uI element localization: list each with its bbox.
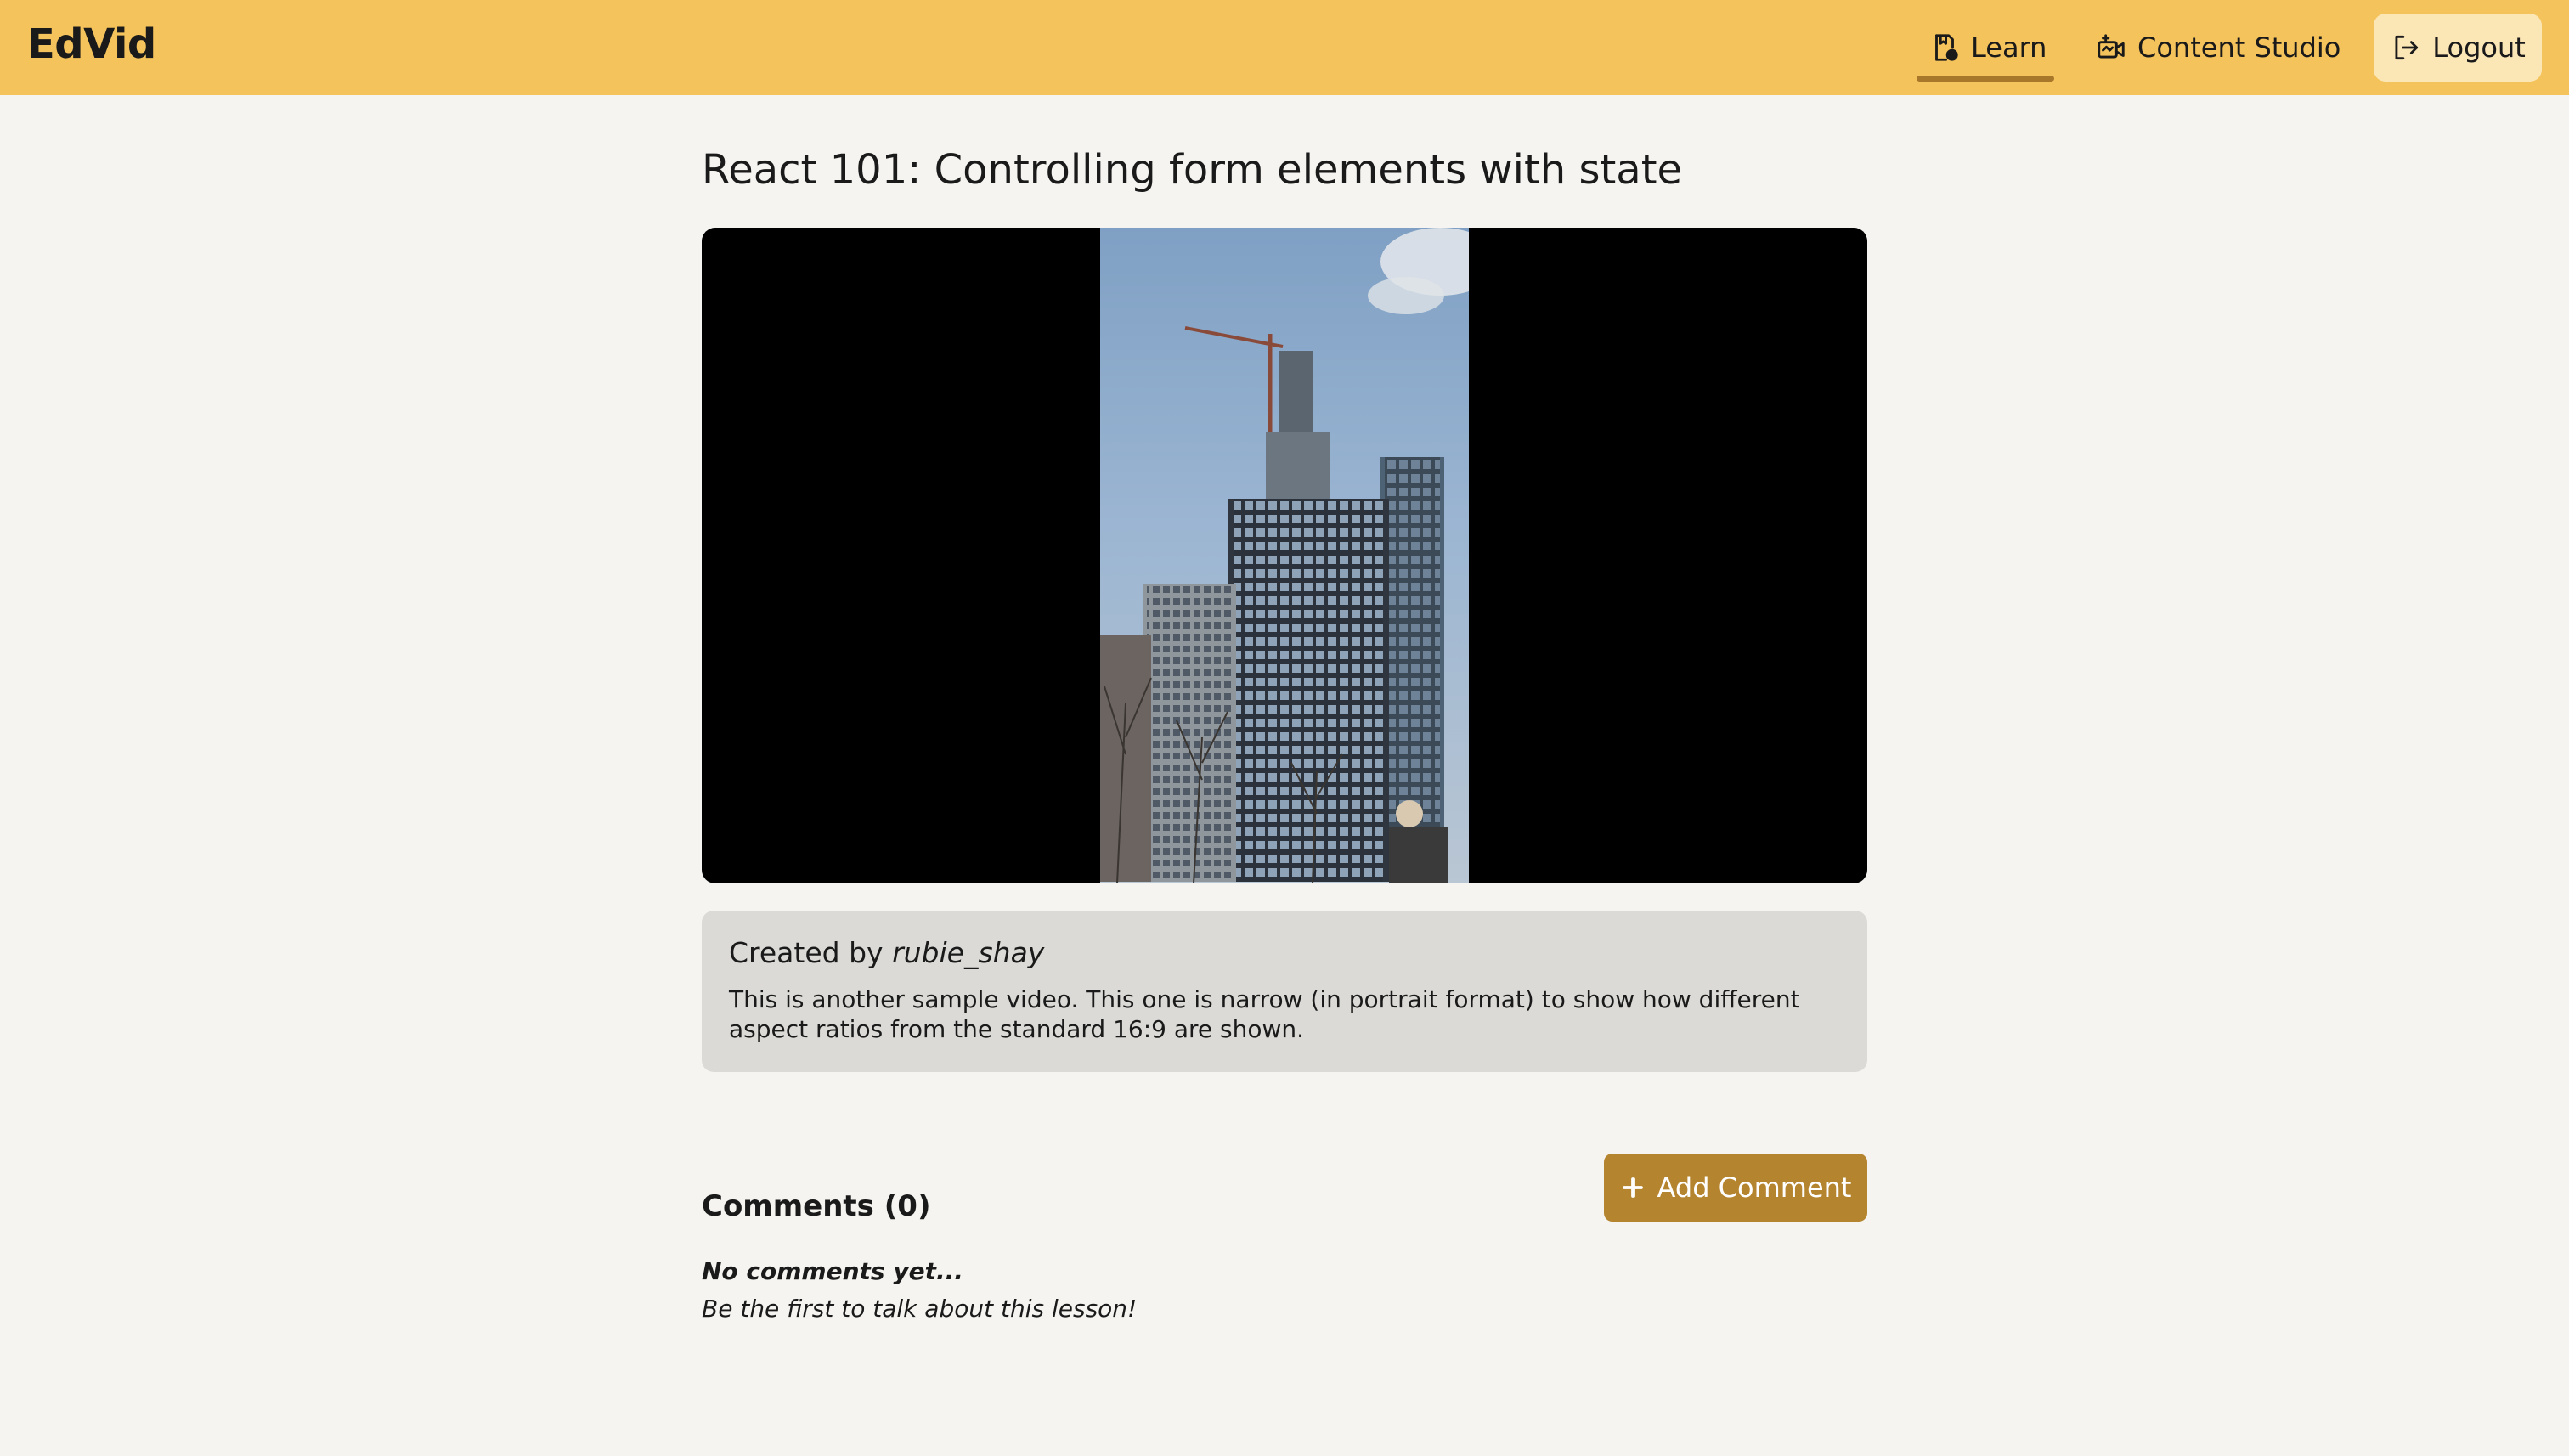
- plus-icon: [1620, 1175, 1646, 1200]
- top-navbar: EdVid Learn Content Studio Logout: [0, 0, 2569, 95]
- logout-button[interactable]: Logout: [2374, 14, 2542, 82]
- video-camera-icon: [2095, 31, 2127, 64]
- video-frame: [1100, 228, 1469, 883]
- city-skyline-image: [1100, 228, 1469, 883]
- learn-icon: [1928, 31, 1961, 64]
- lesson-description: This is another sample video. This one i…: [729, 985, 1800, 1043]
- empty-comments-title: No comments yet...: [702, 1257, 963, 1285]
- brand-logo[interactable]: EdVid: [27, 20, 156, 68]
- comments-heading: Comments (0): [702, 1189, 931, 1223]
- logout-icon: [2390, 31, 2422, 64]
- active-tab-indicator: [1917, 76, 2054, 82]
- nav-learn[interactable]: Learn: [1917, 15, 2054, 82]
- logout-label: Logout: [2432, 31, 2526, 64]
- nav-content-studio[interactable]: Content Studio: [2092, 15, 2340, 80]
- nav-learn-label: Learn: [1971, 31, 2047, 64]
- video-player[interactable]: [702, 228, 1867, 883]
- created-by-prefix: Created by: [729, 936, 884, 969]
- author-name: rubie_shay: [892, 936, 1045, 969]
- add-comment-label: Add Comment: [1657, 1171, 1852, 1204]
- created-by-line: Created by rubie_shay: [729, 936, 1840, 969]
- add-comment-button[interactable]: Add Comment: [1604, 1154, 1867, 1222]
- lesson-info-box: Created by rubie_shay This is another sa…: [702, 911, 1867, 1072]
- page-title: React 101: Controlling form elements wit…: [702, 146, 1683, 194]
- empty-comments-subtitle: Be the first to talk about this lesson!: [702, 1295, 1138, 1323]
- nav-content-studio-label: Content Studio: [2137, 31, 2341, 64]
